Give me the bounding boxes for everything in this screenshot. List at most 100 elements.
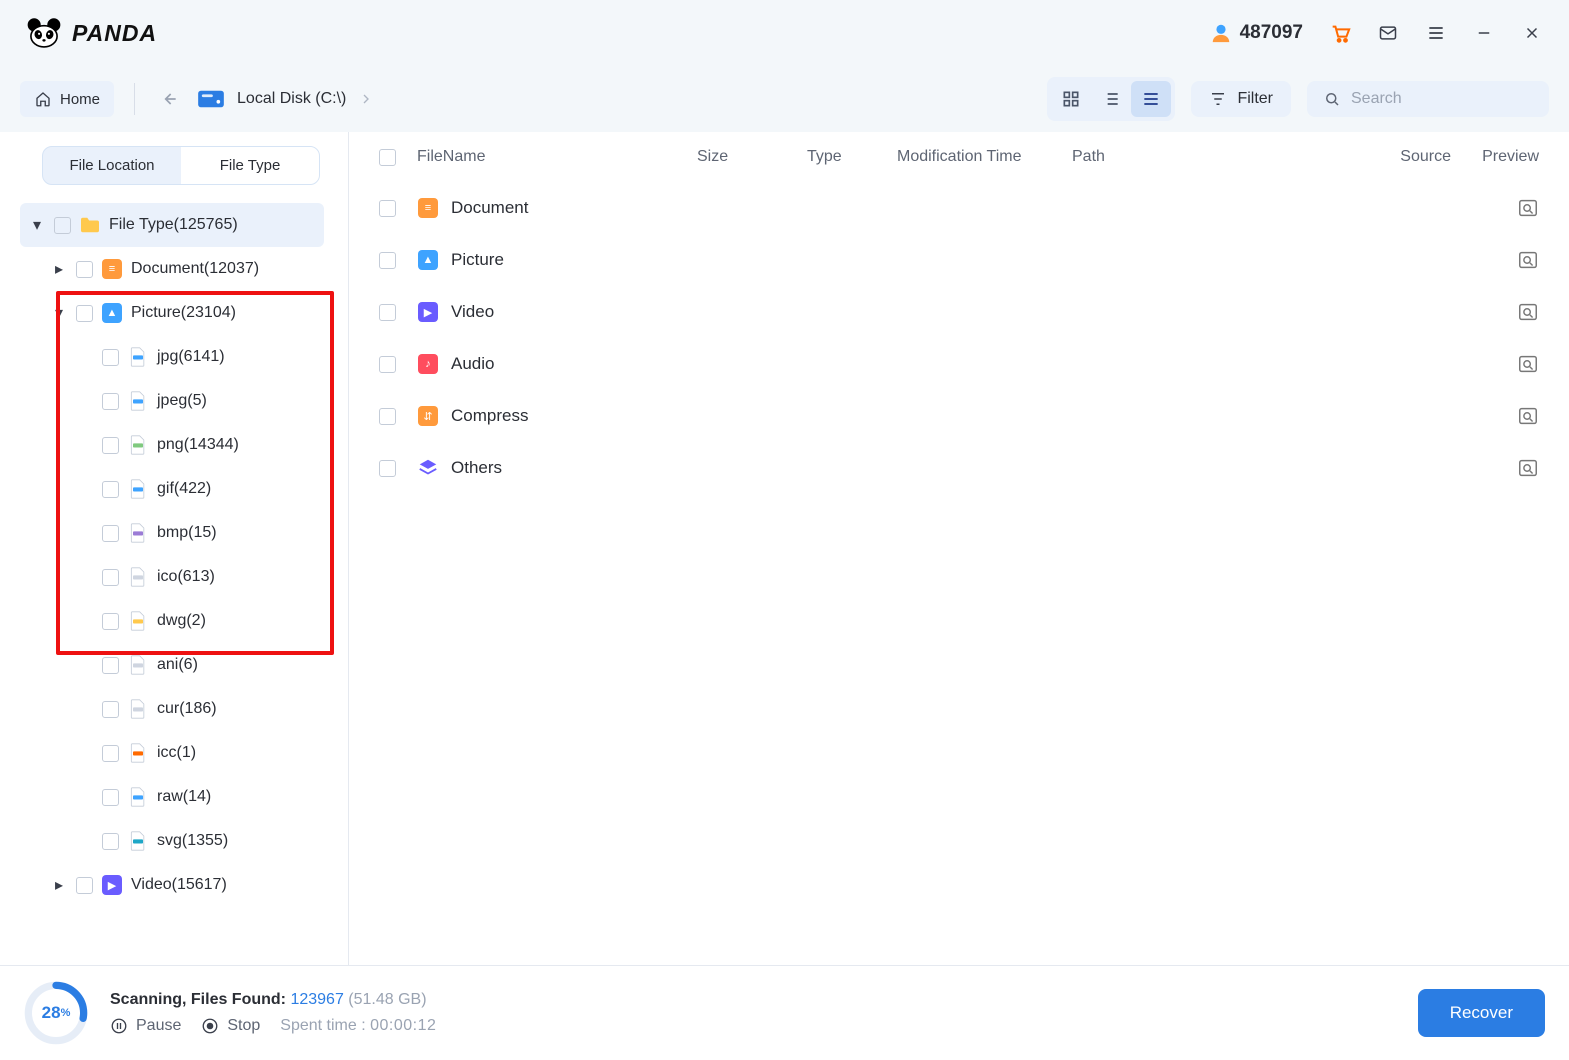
tree-svg[interactable]: svg(1355)	[20, 819, 324, 863]
checkbox[interactable]	[379, 304, 396, 321]
checkbox[interactable]	[102, 525, 119, 542]
user-info[interactable]: 487097	[1210, 22, 1303, 44]
preview-button[interactable]	[1517, 197, 1539, 219]
view-grid-button[interactable]	[1051, 81, 1091, 117]
col-size[interactable]: Size	[697, 148, 807, 166]
checkbox[interactable]	[102, 657, 119, 674]
checkbox[interactable]	[102, 613, 119, 630]
tree-gif[interactable]: gif(422)	[20, 467, 324, 511]
tree-label: ico(613)	[157, 568, 215, 586]
search-box[interactable]	[1307, 81, 1549, 117]
chevron-right-icon	[358, 91, 374, 107]
tree-raw[interactable]: raw(14)	[20, 775, 324, 819]
tree-ani[interactable]: ani(6)	[20, 643, 324, 687]
breadcrumb-label[interactable]: Local Disk (C:\)	[237, 90, 346, 108]
chevron-right-icon[interactable]: ▸	[50, 876, 68, 894]
tree-label: jpg(6141)	[157, 348, 225, 366]
preview-button[interactable]	[1517, 353, 1539, 375]
chevron-down-icon[interactable]: ▾	[28, 216, 46, 234]
preview-button[interactable]	[1517, 249, 1539, 271]
view-list-button[interactable]	[1131, 81, 1171, 117]
minimize-icon[interactable]	[1473, 22, 1495, 44]
checkbox[interactable]	[54, 217, 71, 234]
col-modtime[interactable]: Modification Time	[897, 148, 1072, 166]
table-row[interactable]: ▶ Video	[349, 286, 1569, 338]
body: File Location File Type ▾ File Type(1257…	[0, 132, 1569, 965]
tree[interactable]: ▾ File Type(125765) ▸ ≡ Document(12037) …	[20, 203, 340, 951]
col-path[interactable]: Path	[1072, 148, 1363, 166]
table-row[interactable]: ⇵ Compress	[349, 390, 1569, 442]
col-source[interactable]: Source	[1363, 148, 1451, 166]
tree-cur[interactable]: cur(186)	[20, 687, 324, 731]
preview-button[interactable]	[1517, 457, 1539, 479]
checkbox[interactable]	[102, 745, 119, 762]
table-row[interactable]: ≡ Document	[349, 182, 1569, 234]
table-row[interactable]: Others	[349, 442, 1569, 494]
checkbox[interactable]	[76, 877, 93, 894]
checkbox[interactable]	[102, 437, 119, 454]
chevron-down-icon[interactable]: ▾	[50, 304, 68, 322]
tree-picture[interactable]: ▾ ▲ Picture(23104)	[20, 291, 324, 335]
audio-icon: ♪	[417, 354, 439, 374]
table-row[interactable]: ♪ Audio	[349, 338, 1569, 390]
tree-icc[interactable]: icc(1)	[20, 731, 324, 775]
filter-button[interactable]: Filter	[1191, 81, 1291, 117]
checkbox[interactable]	[379, 408, 396, 425]
tab-file-type[interactable]: File Type	[181, 147, 319, 184]
chevron-right-icon[interactable]: ▸	[50, 260, 68, 278]
tree-jpeg[interactable]: jpeg(5)	[20, 379, 324, 423]
view-detail-button[interactable]	[1091, 81, 1131, 117]
toolbar: Home Local Disk (C:\) Filter	[0, 66, 1569, 132]
pause-button[interactable]: Pause	[110, 1017, 181, 1035]
checkbox[interactable]	[102, 349, 119, 366]
checkbox[interactable]	[102, 481, 119, 498]
checkbox[interactable]	[102, 701, 119, 718]
icc-file-icon	[127, 743, 149, 763]
pause-label: Pause	[136, 1017, 181, 1035]
mail-icon[interactable]	[1377, 22, 1399, 44]
tree-dwg[interactable]: dwg(2)	[20, 599, 324, 643]
ani-file-icon	[127, 655, 149, 675]
cur-file-icon	[127, 699, 149, 719]
preview-button[interactable]	[1517, 405, 1539, 427]
checkbox[interactable]	[102, 393, 119, 410]
tree-video[interactable]: ▸ ▶ Video(15617)	[20, 863, 324, 907]
menu-icon[interactable]	[1425, 22, 1447, 44]
cart-icon[interactable]	[1329, 22, 1351, 44]
recover-button[interactable]: Recover	[1418, 989, 1545, 1037]
checkbox[interactable]	[102, 569, 119, 586]
checkbox[interactable]	[379, 356, 396, 373]
checkbox[interactable]	[379, 252, 396, 269]
checkbox[interactable]	[379, 460, 396, 477]
tree-root-filetype[interactable]: ▾ File Type(125765)	[20, 203, 324, 247]
row-label: Others	[451, 458, 502, 478]
col-filename[interactable]: FileName	[417, 148, 697, 166]
back-button[interactable]	[155, 85, 183, 113]
tree-jpg[interactable]: jpg(6141)	[20, 335, 324, 379]
col-type[interactable]: Type	[807, 148, 897, 166]
progress-ring: 28%	[24, 981, 88, 1045]
col-preview[interactable]: Preview	[1451, 148, 1539, 166]
checkbox[interactable]	[379, 200, 396, 217]
tree-document[interactable]: ▸ ≡ Document(12037)	[20, 247, 324, 291]
percent-suffix: %	[61, 1007, 71, 1019]
search-input[interactable]	[1351, 90, 1558, 108]
tree-bmp[interactable]: bmp(15)	[20, 511, 324, 555]
tab-file-location[interactable]: File Location	[43, 147, 181, 184]
tree-label: jpeg(5)	[157, 392, 207, 410]
close-icon[interactable]	[1521, 22, 1543, 44]
stop-button[interactable]: Stop	[201, 1017, 260, 1035]
tree-label: cur(186)	[157, 700, 217, 718]
home-button[interactable]: Home	[20, 81, 114, 117]
checkbox[interactable]	[76, 305, 93, 322]
preview-button[interactable]	[1517, 301, 1539, 323]
table-row[interactable]: ▲ Picture	[349, 234, 1569, 286]
checkbox-all[interactable]	[379, 149, 396, 166]
tree-ico[interactable]: ico(613)	[20, 555, 324, 599]
checkbox[interactable]	[102, 833, 119, 850]
jpeg-file-icon	[127, 391, 149, 411]
tree-png[interactable]: png(14344)	[20, 423, 324, 467]
checkbox[interactable]	[102, 789, 119, 806]
row-label: Compress	[451, 406, 528, 426]
checkbox[interactable]	[76, 261, 93, 278]
